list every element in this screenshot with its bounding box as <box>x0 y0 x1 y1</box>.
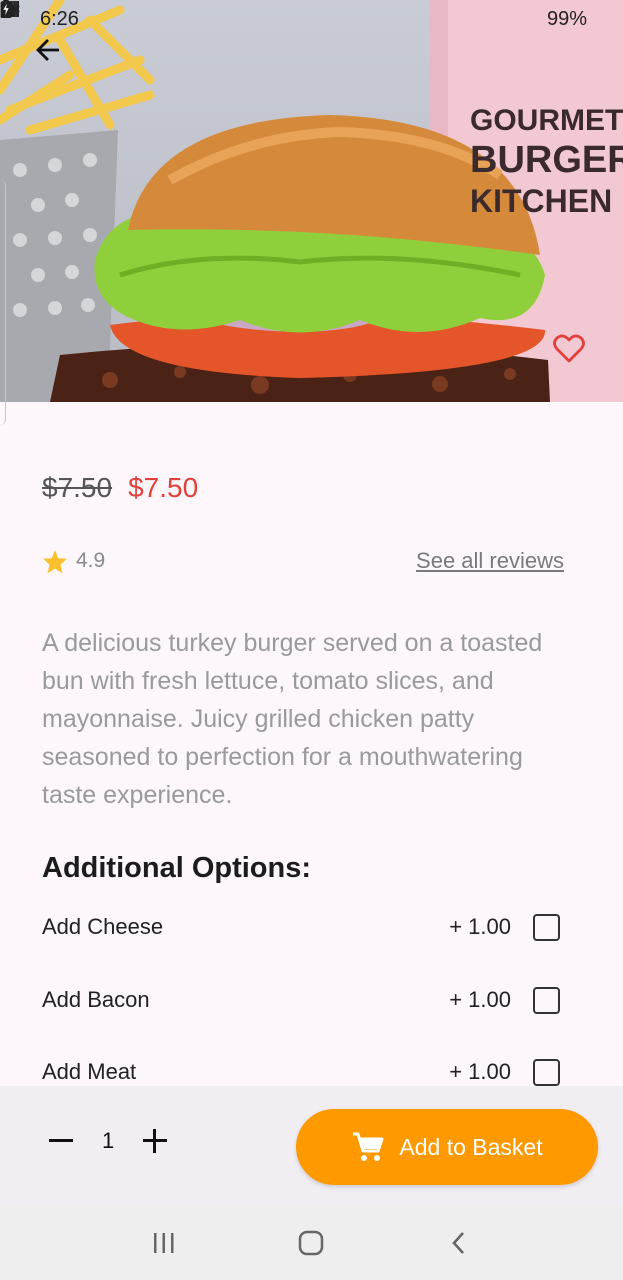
system-navigation-bar <box>0 1206 623 1280</box>
rating-row: 4.9 See all reviews <box>42 548 564 574</box>
quantity-stepper: 1 <box>48 1128 168 1154</box>
recent-apps-button[interactable] <box>144 1223 184 1263</box>
add-to-basket-label: Add to Basket <box>399 1133 543 1160</box>
original-price: $7.50 <box>42 472 113 503</box>
increase-quantity-button[interactable] <box>142 1128 168 1154</box>
heart-outline-icon <box>553 334 585 363</box>
arrow-left-icon <box>36 39 59 61</box>
option-price: + 1.00 <box>449 914 511 939</box>
option-price: + 1.00 <box>449 987 511 1012</box>
quantity-value: 1 <box>102 1128 115 1153</box>
option-checkbox-cheese[interactable] <box>533 913 560 941</box>
product-description: A delicious turkey burger served on a to… <box>42 629 543 809</box>
status-bar: 6:26 4G <box>0 0 623 38</box>
product-image: GOURMET BURGER KITCHEN 6:26 99% <box>0 0 623 402</box>
sale-price: $7.50 <box>128 472 199 503</box>
add-to-basket-button[interactable]: Add to Basket <box>296 1109 598 1185</box>
system-back-button[interactable] <box>439 1223 479 1263</box>
cup-text-line-3: KITCHEN <box>470 183 612 219</box>
option-checkbox-meat[interactable] <box>533 1058 560 1086</box>
favorite-button[interactable] <box>552 334 590 368</box>
option-label: Add Cheese <box>42 914 164 939</box>
battery-charging-icon <box>0 0 12 18</box>
see-all-reviews-link[interactable]: See all reviews <box>416 548 564 574</box>
option-label: Add Meat <box>42 1059 137 1084</box>
option-row-bacon[interactable]: Add Bacon + 1.00 <box>42 980 560 1020</box>
burger-photo: GOURMET BURGER KITCHEN <box>0 0 623 402</box>
option-label: Add Bacon <box>42 987 150 1012</box>
star-icon <box>43 549 67 573</box>
home-button[interactable] <box>291 1223 331 1263</box>
decrease-quantity-button[interactable] <box>48 1128 74 1154</box>
shopping-cart-icon <box>353 1132 384 1161</box>
home-icon <box>299 1230 324 1256</box>
option-row-cheese[interactable]: Add Cheese + 1.00 <box>42 907 560 947</box>
rating-value: 4.9 <box>76 549 106 572</box>
drawer-edge-handle[interactable] <box>0 180 6 425</box>
option-price: + 1.00 <box>449 1059 511 1084</box>
cup-text-line-2: BURGER <box>470 139 623 181</box>
option-checkbox-bacon[interactable] <box>533 986 560 1014</box>
price-row: $7.50 $7.50 <box>42 472 198 504</box>
cup-text-line-1: GOURMET <box>470 104 623 137</box>
rating: 4.9 <box>42 549 105 574</box>
minus-icon <box>49 1139 73 1142</box>
additional-options-title: Additional Options: <box>42 852 312 884</box>
status-time: 6:26 <box>40 7 79 30</box>
recent-apps-icon <box>153 1233 174 1253</box>
chevron-left-icon <box>452 1232 465 1254</box>
battery-percentage: 99% <box>546 7 587 30</box>
back-button[interactable] <box>34 36 68 70</box>
